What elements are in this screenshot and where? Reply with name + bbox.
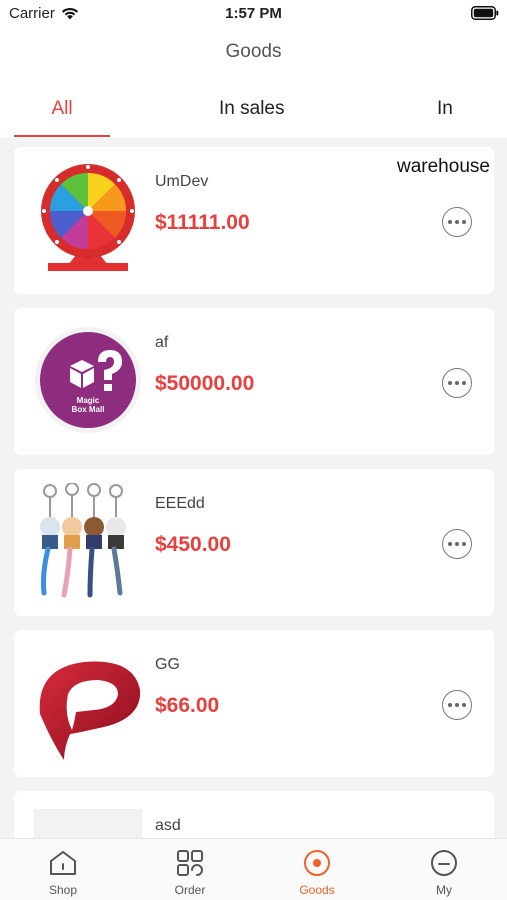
tab-bar: All In sales In xyxy=(0,80,507,138)
nav-my[interactable]: My xyxy=(381,839,507,900)
more-options-button[interactable] xyxy=(442,690,472,720)
logo-text-line2: Box Mall xyxy=(71,405,105,414)
nav-shop-label: Shop xyxy=(48,883,78,897)
nav-goods-label: Goods xyxy=(299,883,335,897)
item-price: $50000.00 xyxy=(155,372,255,395)
goods-card[interactable]: Magic Box Mall af $50000.00 xyxy=(14,308,494,455)
goods-card[interactable]: EEEdd $450.00 xyxy=(14,469,494,616)
shop-icon xyxy=(50,851,76,875)
user-icon xyxy=(431,850,457,876)
magic-box-mall-logo-text: Magic Box Mall xyxy=(34,396,142,414)
tab-active-indicator xyxy=(14,135,110,137)
header: Goods xyxy=(0,30,507,80)
more-options-button[interactable] xyxy=(442,529,472,559)
bottom-tab-bar: Shop Order Goods My xyxy=(0,838,507,900)
item-name: af xyxy=(155,334,169,351)
logo-text-line1: Magic xyxy=(76,396,100,405)
keychain-figures-image xyxy=(34,483,142,599)
item-price: $66.00 xyxy=(155,694,220,717)
nav-shop[interactable]: Shop xyxy=(0,839,126,900)
status-right xyxy=(471,6,499,24)
item-name: GG xyxy=(155,656,180,673)
goods-target-icon xyxy=(304,850,330,876)
red-p-logo-image xyxy=(34,644,142,760)
nav-goods[interactable]: Goods xyxy=(254,839,380,900)
item-name: UmDev xyxy=(155,173,209,190)
more-options-button[interactable] xyxy=(442,368,472,398)
prize-wheel-image xyxy=(34,161,142,277)
magic-box-mall-logo xyxy=(34,322,142,438)
tab-in-sales[interactable]: In sales xyxy=(219,98,284,120)
tab-in-warehouse-overflow[interactable]: warehouse xyxy=(397,156,490,178)
nav-my-label: My xyxy=(436,883,452,897)
item-price: $11111.00 xyxy=(155,211,250,234)
tab-all[interactable]: All xyxy=(14,98,110,120)
status-bar: Carrier 1:57 PM xyxy=(0,0,507,30)
tab-in-warehouse[interactable]: In xyxy=(437,98,453,120)
item-name: asd xyxy=(155,817,181,834)
battery-icon xyxy=(471,6,499,20)
page-title: Goods xyxy=(225,41,282,62)
screen: Carrier 1:57 PM Goods All In sales In Um… xyxy=(0,0,507,900)
nav-order[interactable]: Order xyxy=(127,839,253,900)
nav-order-label: Order xyxy=(174,883,206,897)
goods-card[interactable]: GG $66.00 xyxy=(14,630,494,777)
more-options-button[interactable] xyxy=(442,207,472,237)
status-time: 1:57 PM xyxy=(225,5,282,22)
item-name: EEEdd xyxy=(155,495,205,512)
grid-icon xyxy=(177,850,203,876)
item-price: $450.00 xyxy=(155,533,231,556)
